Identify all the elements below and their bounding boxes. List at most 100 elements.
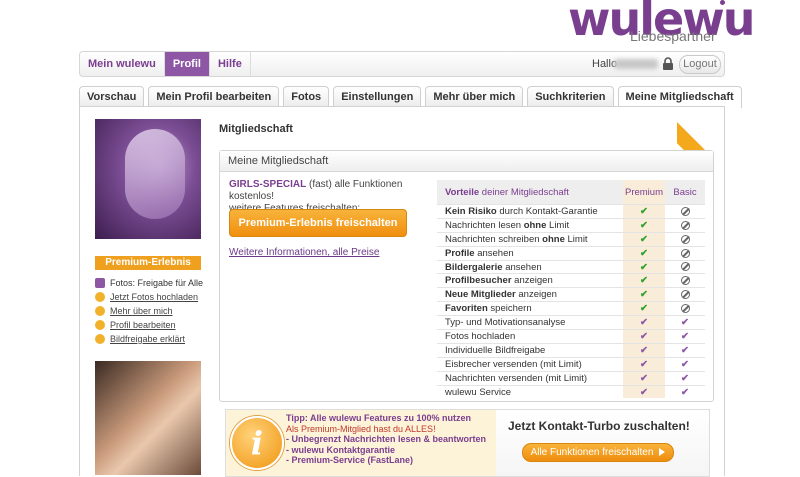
feature-label: wulewu Service: [437, 384, 623, 399]
not-available-icon: [680, 220, 690, 230]
sidebar-link-fotos-hochladen[interactable]: Jetzt Fotos hochladen: [110, 292, 198, 302]
tab-meine-mitgliedschaft[interactable]: Meine Mitgliedschaft: [617, 86, 742, 108]
tab-suchkriterien[interactable]: Suchkriterien: [527, 86, 614, 107]
basic-cell: ✔: [665, 370, 705, 386]
premium-cell: ✔: [623, 329, 665, 344]
comparison-header: Vorteile deiner Mitgliedschaft: [437, 180, 623, 205]
alle-funktionen-label: Alle Funktionen freischalten: [530, 447, 654, 458]
nav-mein-wulewu[interactable]: Mein wulewu: [80, 52, 165, 76]
premium-cell: ✔: [623, 245, 665, 261]
username-blurred: [614, 59, 658, 69]
comparison-row: Typ- und Motivationsanalyse ✔ ✔: [437, 315, 705, 330]
logo-subtitle: Liebespartner: [630, 28, 716, 44]
sidebar-item-profil-bearbeiten[interactable]: Profil bearbeiten: [95, 318, 205, 332]
online-ribbon: ONLINE: [677, 106, 724, 153]
tip-bullet: - Unbegrenzt Nachrichten lesen & beantwo…: [286, 434, 487, 444]
not-available-icon: [680, 206, 690, 216]
edit-icon: [95, 320, 105, 330]
comparison-row: wulewu Service ✔ ✔: [437, 384, 705, 399]
tip-bullet: - Premium-Service (FastLane): [286, 455, 414, 465]
check-icon: ✔: [640, 275, 648, 287]
sidebar-link-bildfreigabe[interactable]: Bildfreigabe erklärt: [110, 334, 185, 344]
feature-label: Fotos hochladen: [437, 329, 623, 344]
basic-cell: [665, 273, 705, 288]
check-icon: ✔: [640, 330, 648, 342]
logout-button[interactable]: Logout: [679, 55, 721, 74]
comparison-row: Individuelle Bildfreigabe ✔ ✔: [437, 342, 705, 358]
tab-mein-profil-bearbeiten[interactable]: Mein Profil bearbeiten: [148, 86, 280, 107]
feature-label: Typ- und Motivationsanalyse: [437, 315, 623, 330]
upsell-banner: i Tipp: Alle wulewu Features zu 100% nut…: [225, 409, 710, 477]
info-icon: [95, 306, 105, 316]
tip-line2: Als Premium-Mitglied hast du ALLES!: [286, 423, 436, 434]
tab-einstellungen[interactable]: Einstellungen: [333, 86, 422, 107]
nav-profil[interactable]: Profil: [164, 52, 210, 76]
tab-vorschau[interactable]: Vorschau: [79, 86, 145, 107]
online-ribbon-text: ONLINE: [694, 112, 719, 137]
wulewu-logo[interactable]: wulewu Liebespartner: [568, 0, 755, 46]
profile-photo[interactable]: [95, 119, 201, 239]
premium-cell: ✔: [623, 384, 665, 399]
tab-fotos[interactable]: Fotos: [283, 86, 330, 107]
basic-cell: ✔: [665, 342, 705, 358]
sidebar-item-mehr-ueber-mich[interactable]: Mehr über mich: [95, 304, 205, 318]
premium-freischalten-button[interactable]: Premium-Erlebnis freischalten: [229, 209, 407, 237]
sidebar-link-profil-bearbeiten[interactable]: Profil bearbeiten: [110, 320, 176, 330]
check-icon: ✔: [640, 303, 648, 315]
check-icon: ✔: [681, 330, 689, 342]
basic-cell: [665, 259, 705, 274]
sidebar-item-bildfreigabe[interactable]: Bildfreigabe erklärt: [95, 332, 205, 346]
alle-funktionen-button[interactable]: Alle Funktionen freischalten: [522, 443, 674, 462]
lock-icon: [663, 57, 673, 70]
feature-label: Profilbesucher anzeigen: [437, 273, 623, 288]
top-nav: Mein wulewu Profil Hilfe: [80, 52, 251, 76]
not-available-icon: [680, 262, 690, 272]
comparison-row: Fotos hochladen ✔ ✔: [437, 329, 705, 344]
not-available-icon: [680, 234, 690, 244]
premium-cell: ✔: [623, 259, 665, 274]
tip-area: i Tipp: Alle wulewu Features zu 100% nut…: [226, 410, 496, 476]
premium-cell: ✔: [623, 204, 665, 219]
feature-label: Favoriten speichern: [437, 301, 623, 316]
basic-cell: [665, 231, 705, 247]
sidebar-list: Fotos: Freigabe für Alle Jetzt Fotos hoc…: [95, 276, 205, 346]
not-available-icon: [680, 290, 690, 300]
check-icon: ✔: [640, 219, 648, 231]
comparison-row: Profile ansehen ✔: [437, 245, 705, 261]
sidebar-item-fotos-freigabe: Fotos: Freigabe für Alle: [95, 276, 205, 290]
comparison-row: Neue Mitglieder anzeigen ✔: [437, 287, 705, 302]
basic-cell: [665, 287, 705, 302]
tip-title: Tipp: Alle wulewu Features zu 100% nutze…: [286, 413, 472, 423]
comparison-row: Profilbesucher anzeigen ✔: [437, 273, 705, 288]
comparison-row: Nachrichten versenden (mit Limit) ✔ ✔: [437, 370, 705, 386]
not-available-icon: [680, 248, 690, 258]
basic-cell: [665, 301, 705, 316]
check-icon: ✔: [640, 372, 648, 384]
feature-label: Bildergalerie ansehen: [437, 259, 623, 274]
basic-cell: ✔: [665, 315, 705, 330]
logo-dot: [720, 0, 725, 5]
info-icon: i: [230, 416, 284, 470]
not-available-icon: [680, 276, 690, 286]
comparison-row: Favoriten speichern ✔: [437, 301, 705, 316]
feature-label: Eisbrecher versenden (mit Limit): [437, 356, 623, 372]
tip-text: Tipp: Alle wulewu Features zu 100% nutze…: [286, 413, 491, 466]
help-icon: [95, 334, 105, 344]
premium-erlebnis-label[interactable]: Premium-Erlebnis: [95, 256, 201, 270]
premium-cell: ✔: [623, 342, 665, 358]
check-icon: ✔: [640, 317, 648, 329]
feature-label: Profile ansehen: [437, 245, 623, 261]
column-basic: Basic: [665, 180, 705, 205]
tip-bullet: - wulewu Kontaktgarantie: [286, 444, 396, 455]
check-icon: ✔: [681, 386, 689, 398]
nav-hilfe[interactable]: Hilfe: [210, 52, 251, 76]
sidebar-link-mehr-ueber-mich[interactable]: Mehr über mich: [110, 306, 173, 316]
premium-cell: ✔: [623, 315, 665, 330]
comparison-row: Eisbrecher versenden (mit Limit) ✔ ✔: [437, 356, 705, 372]
check-icon: ✔: [681, 344, 689, 356]
feature-label: Individuelle Bildfreigabe: [437, 342, 623, 358]
more-info-link[interactable]: Weitere Informationen, alle Preise: [229, 247, 379, 258]
sidebar-item-fotos-hochladen[interactable]: Jetzt Fotos hochladen: [95, 290, 205, 304]
check-icon: ✔: [640, 205, 648, 217]
tab-mehr-ueber-mich[interactable]: Mehr über mich: [425, 86, 524, 107]
